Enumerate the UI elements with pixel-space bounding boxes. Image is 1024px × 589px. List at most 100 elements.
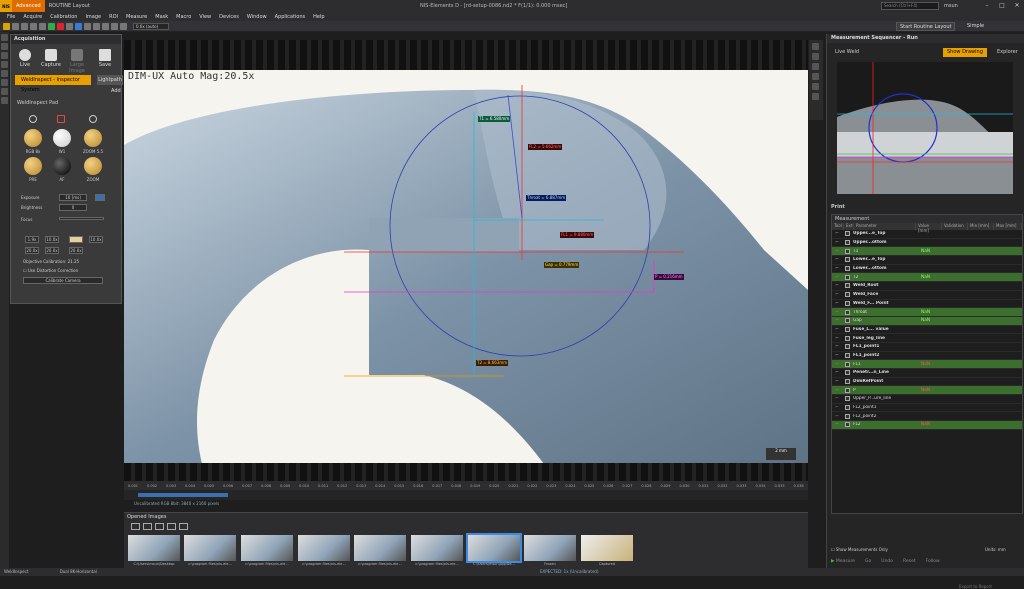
play-icon[interactable] — [48, 22, 55, 30]
table-row[interactable]: ⌐ DimRefPoint — [832, 378, 1022, 387]
view-grid-icon[interactable] — [131, 523, 140, 530]
save-button[interactable]: Save — [95, 49, 115, 68]
dock-filter-icon[interactable] — [1, 70, 8, 77]
row-checkbox[interactable] — [845, 283, 850, 289]
pointer-icon[interactable] — [812, 43, 819, 50]
row-checkbox[interactable] — [845, 370, 850, 376]
table-row[interactable]: ⌐ Upper...ottom — [832, 239, 1022, 248]
image-thumb[interactable] — [581, 535, 633, 561]
image-thumb[interactable] — [298, 535, 350, 561]
zoom-preset-6[interactable]: 20.0x — [45, 247, 59, 254]
row-checkbox[interactable] — [845, 405, 850, 411]
row-checkbox[interactable] — [845, 361, 850, 367]
table-row[interactable]: ⌐ Upper_P...ure_line — [832, 395, 1022, 404]
view-small-icon[interactable] — [167, 523, 176, 530]
mode-select[interactable]: Live Weld — [835, 49, 859, 55]
calibrate-camera-button[interactable]: Calibrate Camera — [23, 277, 103, 284]
units-select[interactable]: Units: mm — [985, 547, 1006, 552]
image-thumb[interactable] — [411, 535, 463, 561]
image-thumb[interactable] — [524, 535, 576, 561]
go-button[interactable]: Go — [865, 559, 871, 564]
row-checkbox[interactable] — [845, 335, 850, 341]
row-checkbox[interactable] — [845, 248, 850, 254]
image-thumb[interactable] — [354, 535, 406, 561]
minimize-icon[interactable]: – — [980, 0, 994, 12]
menu-applications[interactable]: Applications — [271, 14, 310, 20]
zoom-select[interactable]: 0.6x (auto) — [133, 22, 169, 30]
tab-weldinspect[interactable]: WeldInspect - Inspector System — [15, 75, 91, 93]
column-header[interactable]: Max [mm] — [994, 223, 1022, 230]
camera-icon[interactable] — [66, 22, 73, 30]
row-checkbox[interactable] — [845, 240, 850, 246]
simple-layout-button[interactable]: Simple — [964, 22, 987, 31]
menu-calibration[interactable]: Calibration — [46, 14, 81, 20]
column-header[interactable]: Ext — [844, 223, 854, 230]
pad-af[interactable] — [53, 157, 71, 175]
table-row[interactable]: ⌐ Weld_F... Point — [832, 300, 1022, 309]
dock-stage-icon[interactable] — [1, 61, 8, 68]
column-header[interactable]: Parameter — [854, 223, 916, 230]
row-checkbox[interactable] — [845, 231, 850, 237]
stage-icon[interactable] — [75, 22, 82, 30]
table-row[interactable]: ⌐ Lower...ottom — [832, 265, 1022, 274]
undo-button[interactable]: Undo — [881, 559, 893, 564]
image-viewer[interactable]: DIM-UX Auto Mag:20.5x T1 = 6.580mm FL2 =… — [124, 40, 808, 464]
tab-advanced[interactable]: Advanced — [12, 0, 45, 12]
text-icon[interactable] — [812, 93, 819, 100]
column-header[interactable]: Tool — [832, 223, 844, 230]
save-icon[interactable] — [12, 22, 19, 30]
view-medium-icon[interactable] — [155, 523, 164, 530]
zoom-fit-icon[interactable] — [93, 22, 100, 30]
menu-help[interactable]: Help — [309, 14, 328, 20]
horizontal-scrollbar[interactable] — [124, 490, 808, 500]
row-checkbox[interactable] — [845, 274, 850, 280]
dock-info-icon[interactable] — [1, 97, 8, 104]
table-row[interactable]: ⌐ FL1_point1 — [832, 343, 1022, 352]
view-list-icon[interactable] — [179, 523, 188, 530]
pad-pre[interactable] — [24, 157, 42, 175]
row-checkbox[interactable] — [845, 422, 850, 428]
capture-button[interactable]: Capture — [41, 49, 61, 68]
column-header[interactable]: Min [mm] — [968, 223, 994, 230]
menu-macro[interactable]: Macro — [172, 14, 195, 20]
add-button[interactable]: Add — [111, 88, 121, 94]
menu-view[interactable]: View — [195, 14, 215, 20]
brightness-field[interactable]: 0 — [59, 204, 87, 211]
exposure-field[interactable]: 10 [ms] — [59, 194, 87, 201]
redo-icon[interactable] — [39, 22, 46, 30]
start-routine-layout-button[interactable]: Start Routine Layout — [896, 22, 956, 31]
large-image-button[interactable]: Large Image — [67, 49, 87, 74]
menu-window[interactable]: Window — [243, 14, 271, 20]
measure-button[interactable]: ▶ Measure — [831, 559, 855, 564]
row-checkbox[interactable] — [845, 352, 850, 358]
menu-image[interactable]: Image — [81, 14, 105, 20]
row-checkbox[interactable] — [845, 292, 850, 298]
table-row[interactable]: ⌐ Gap NaN — [832, 316, 1022, 326]
row-checkbox[interactable] — [845, 309, 850, 315]
zoom-in-icon[interactable] — [102, 22, 109, 30]
grid-icon[interactable] — [84, 22, 91, 30]
dock-layers-icon[interactable] — [1, 88, 8, 95]
column-header[interactable]: Validation — [942, 223, 968, 230]
zoom-preset-3[interactable] — [69, 236, 83, 243]
table-row[interactable]: ⌐ FL1 NaN — [832, 360, 1022, 369]
pad-zoom-5-5[interactable] — [84, 129, 102, 147]
menu-acquire[interactable]: Acquire — [19, 14, 46, 20]
table-row[interactable]: ⌐ Fuse_L... value — [832, 326, 1022, 335]
row-checkbox[interactable] — [845, 396, 850, 402]
row-checkbox[interactable] — [845, 379, 850, 385]
zoom-preset-7[interactable]: 20.0x — [69, 247, 83, 254]
row-checkbox[interactable] — [845, 300, 850, 306]
table-row[interactable]: ⌐ Weld_Root — [832, 282, 1022, 291]
menu-roi[interactable]: ROI — [105, 14, 122, 20]
annotation-icon[interactable] — [812, 83, 819, 90]
pad-w1[interactable] — [53, 129, 71, 147]
table-row[interactable]: ⌐ Lower...e_Top — [832, 256, 1022, 265]
zoom-preset-1[interactable]: 1.9x — [25, 236, 39, 243]
zoom-out-icon[interactable] — [111, 22, 118, 30]
dock-acquisition-icon[interactable] — [1, 34, 8, 41]
reset-button[interactable]: Reset — [903, 559, 916, 564]
menu-file[interactable]: File — [3, 14, 19, 20]
view-large-icon[interactable] — [143, 523, 152, 530]
dock-light-icon[interactable] — [1, 52, 8, 59]
